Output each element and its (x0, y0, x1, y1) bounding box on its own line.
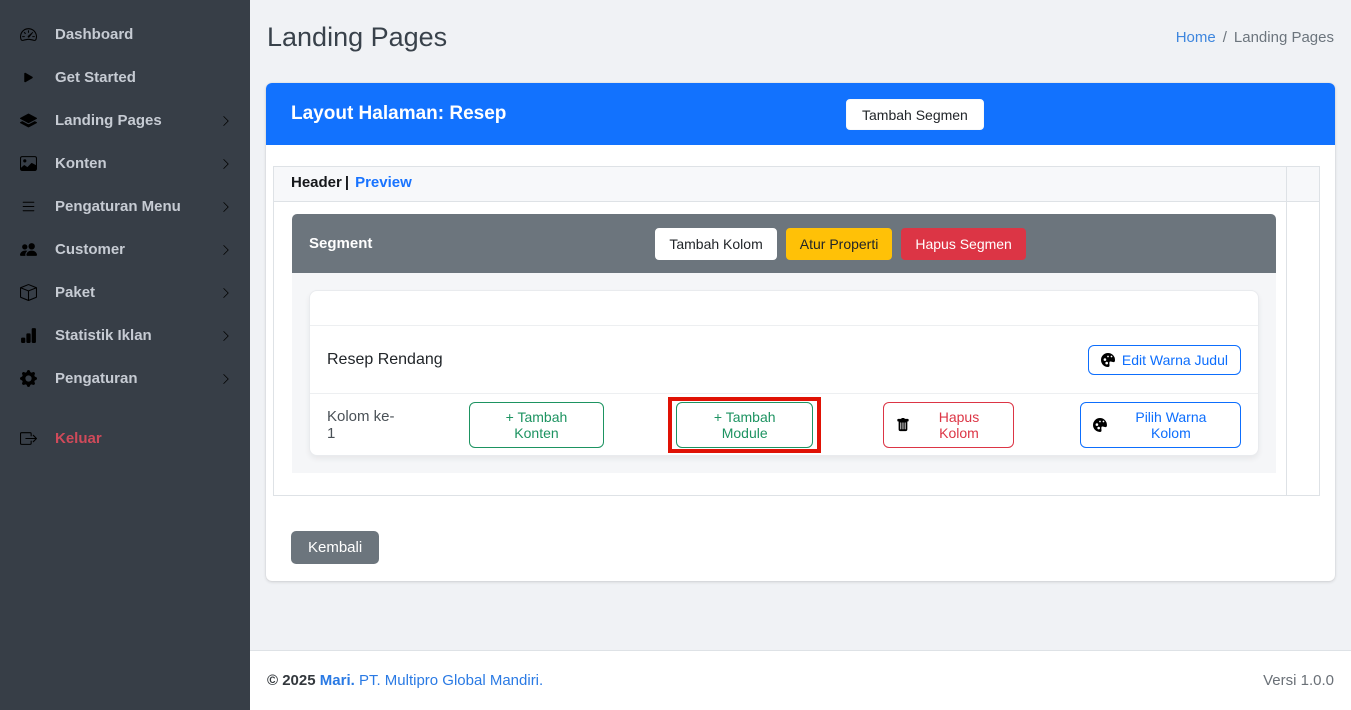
sidebar-item-pengaturan-menu[interactable]: Pengaturan Menu (0, 185, 250, 228)
delete-column-button[interactable]: Hapus Kolom (883, 401, 1014, 448)
chevron-right-icon (220, 115, 232, 127)
sidebar-item-label: Statistik Iklan (55, 327, 152, 344)
edit-title-color-button[interactable]: Edit Warna Judul (1087, 344, 1241, 375)
sidebar-item-pengaturan[interactable]: Pengaturan (0, 357, 250, 400)
sidebar-item-get-started[interactable]: Get Started (0, 56, 250, 99)
breadcrumb: Home / Landing Pages (1176, 29, 1334, 46)
sidebar-item-konten[interactable]: Konten (0, 142, 250, 185)
sidebar-item-label: Customer (55, 241, 126, 258)
sidebar-item-label: Get Started (55, 69, 136, 86)
chevron-right-icon (220, 244, 232, 256)
tab-header: Header (291, 174, 342, 191)
add-column-button[interactable]: Tambah Kolom (655, 227, 777, 260)
sidebar-item-label: Pengaturan Menu (55, 198, 181, 215)
layout-table: Header | Preview Segment Tambah Kolom Atur… (273, 166, 1320, 496)
sidebar-item-landing-pages[interactable]: Landing Pages (0, 99, 250, 142)
panel-title: Layout Halaman: Resep (291, 103, 507, 124)
image-icon (18, 155, 39, 172)
footer-left: © 2025 Mari. PT. Multipro Global Mandiri… (267, 672, 543, 689)
sidebar-item-keluar[interactable]: Keluar (0, 417, 250, 460)
highlight-annotation: + Tambah Module (668, 396, 822, 453)
tab-preview-link[interactable]: Preview (355, 174, 412, 191)
gear-icon (18, 370, 39, 387)
sidebar-item-statistik-iklan[interactable]: Statistik Iklan (0, 314, 250, 357)
play-icon (18, 69, 39, 86)
chevron-right-icon (220, 158, 232, 170)
panel-header: Layout Halaman: Resep Tambah Segmen (266, 83, 1335, 145)
content-area: Landing Pages Home / Landing Pages Layout … (250, 0, 1351, 650)
footer-copyright: © 2025 (267, 672, 316, 689)
tab-separator: | (344, 174, 350, 191)
app-root: Dashboard Get Started Landing Pages Kont… (0, 0, 1351, 710)
sidebar-item-customer[interactable]: Customer (0, 228, 250, 271)
palette-icon (1093, 418, 1107, 432)
chevron-right-icon (220, 287, 232, 299)
sidebar-item-dashboard[interactable]: Dashboard (0, 13, 250, 56)
breadcrumb-home-link[interactable]: Home (1176, 29, 1216, 46)
set-properties-button[interactable]: Atur Properti (785, 227, 893, 260)
sidebar-item-label: Dashboard (55, 26, 134, 43)
add-segment-button[interactable]: Tambah Segmen (846, 99, 984, 130)
page-header: Landing Pages Home / Landing Pages (266, 0, 1335, 62)
chevron-right-icon (220, 201, 232, 213)
segment-title-row: Resep Rendang Edit Warna Judul (310, 326, 1258, 394)
footer-company-link[interactable]: PT. Multipro Global Mandiri. (359, 672, 543, 689)
breadcrumb-separator: / (1222, 28, 1227, 46)
page-title: Landing Pages (267, 21, 448, 52)
sidebar-item-label: Keluar (55, 430, 102, 447)
tab-bar-side-cell (1287, 167, 1319, 202)
palette-icon (1101, 353, 1115, 367)
sidebar-item-paket[interactable]: Paket (0, 271, 250, 314)
column-label: Kolom ke- 1 (327, 407, 395, 442)
add-module-button[interactable]: + Tambah Module (676, 401, 814, 448)
segment-header-bar: Segment Tambah Kolom Atur Properti Hapus… (292, 214, 1276, 273)
sidebar-item-label: Konten (55, 155, 107, 172)
menu-list-icon (18, 198, 39, 215)
layers-icon (18, 112, 39, 129)
main-area: Landing Pages Home / Landing Pages Layout … (250, 0, 1351, 710)
column-row: Kolom ke- 1 + Tambah Konten + Tambah Mod… (310, 394, 1258, 455)
footer-brand-link[interactable]: Mari. (320, 672, 355, 689)
users-icon (18, 241, 39, 258)
segment-body: Resep Rendang Edit Warna Judul Kolom ke-… (292, 273, 1276, 473)
layout-panel-card: Layout Halaman: Resep Tambah Segmen Head… (266, 83, 1335, 581)
logout-icon (18, 430, 39, 447)
speedometer-icon (18, 26, 39, 43)
panel-body: Header | Preview Segment Tambah Kolom Atur… (266, 145, 1335, 581)
segment-content-card: Resep Rendang Edit Warna Judul Kolom ke-… (309, 290, 1259, 456)
sidebar-item-label: Pengaturan (55, 370, 138, 387)
bar-chart-icon (18, 327, 39, 344)
panel-footer-area: Kembali (273, 496, 1320, 581)
chevron-right-icon (220, 330, 232, 342)
segment-actions: Tambah Kolom Atur Properti Hapus Segmen (655, 227, 1026, 260)
segment-side-cell (1287, 202, 1319, 495)
back-button[interactable]: Kembali (291, 531, 380, 564)
segment-content-card-top-strip (310, 291, 1258, 326)
segment-title: Segment (309, 235, 373, 252)
segment-container: Segment Tambah Kolom Atur Properti Hapus… (274, 202, 1287, 495)
delete-segment-button[interactable]: Hapus Segmen (901, 227, 1026, 260)
chevron-right-icon (220, 373, 232, 385)
pick-column-color-button[interactable]: Pilih Warna Kolom (1079, 401, 1241, 448)
footer-version: Versi 1.0.0 (1263, 672, 1334, 689)
tab-bar: Header | Preview (274, 167, 1287, 202)
add-content-button[interactable]: + Tambah Konten (468, 401, 605, 448)
trash-icon (896, 418, 910, 432)
footer: © 2025 Mari. PT. Multipro Global Mandiri… (250, 650, 1351, 710)
breadcrumb-current: Landing Pages (1233, 28, 1334, 46)
sidebar-item-label: Paket (55, 284, 96, 301)
sidebar: Dashboard Get Started Landing Pages Kont… (0, 0, 250, 710)
segment-content-title: Resep Rendang (327, 350, 443, 368)
package-icon (18, 284, 39, 301)
sidebar-item-label: Landing Pages (55, 112, 162, 129)
